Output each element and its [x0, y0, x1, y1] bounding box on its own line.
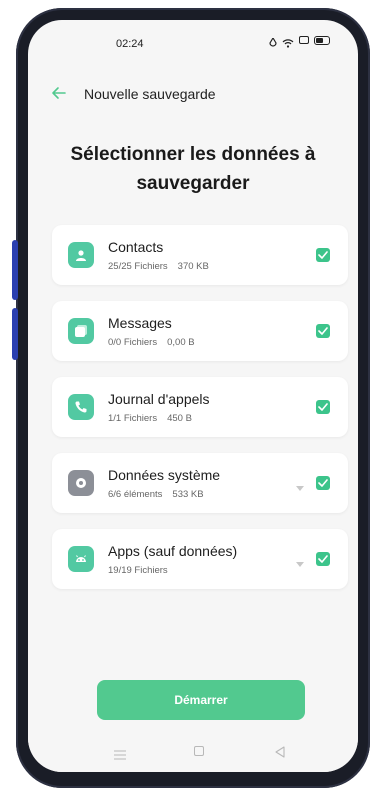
contacts-icon: [68, 242, 94, 268]
item-count: 25/25 Fichiers: [108, 261, 168, 272]
sim-icon: [299, 36, 309, 44]
chevron-down-icon[interactable]: [296, 555, 304, 567]
item-size: 533 KB: [172, 489, 204, 500]
item-size: 0,00 B: [167, 337, 195, 348]
back-triangle-icon[interactable]: [274, 745, 286, 758]
start-button[interactable]: Démarrer: [97, 680, 305, 720]
status-time: 02:24: [116, 38, 144, 50]
settings-icon: [68, 470, 94, 496]
drop-icon: [269, 35, 277, 47]
item-meta: 0/0 Fichiers 0,00 B: [108, 337, 195, 348]
item-meta: 1/1 Fichiers 450 B: [108, 413, 192, 424]
volume-button: [12, 240, 18, 300]
wifi-icon: [282, 35, 294, 48]
chevron-down-icon[interactable]: [296, 479, 304, 491]
checkbox[interactable]: [316, 552, 330, 566]
messages-icon: [68, 318, 94, 344]
item-name: Contacts: [108, 239, 164, 255]
app-bar: Nouvelle sauvegarde: [28, 82, 358, 106]
phone-icon: [68, 394, 94, 420]
back-arrow-icon[interactable]: [50, 84, 68, 102]
home-icon[interactable]: [194, 746, 204, 756]
battery-icon: [314, 35, 330, 45]
item-meta: 19/19 Fichiers: [108, 565, 168, 576]
status-icons: [269, 35, 330, 48]
checkbox[interactable]: [316, 476, 330, 490]
item-name: Journal d'appels: [108, 391, 210, 407]
item-count: 6/6 éléments: [108, 489, 163, 500]
navigation-bar: [28, 735, 358, 772]
list-item-contacts[interactable]: Contacts 25/25 Fichiers 370 KB: [52, 225, 348, 285]
power-button: [12, 308, 18, 360]
menu-icon[interactable]: [114, 747, 126, 760]
android-icon: [68, 546, 94, 572]
item-count: 19/19 Fichiers: [108, 565, 168, 576]
list-item-apps[interactable]: Apps (sauf données) 19/19 Fichiers: [52, 529, 348, 589]
item-name: Apps (sauf données): [108, 543, 238, 559]
item-size: 450 B: [167, 413, 192, 424]
list-item-call-log[interactable]: Journal d'appels 1/1 Fichiers 450 B: [52, 377, 348, 437]
item-meta: 25/25 Fichiers 370 KB: [108, 261, 209, 272]
item-name: Données système: [108, 467, 221, 483]
list-item-messages[interactable]: Messages 0/0 Fichiers 0,00 B: [52, 301, 348, 361]
checkbox[interactable]: [316, 400, 330, 414]
checkbox[interactable]: [316, 324, 330, 338]
status-bar: 02:24: [28, 20, 358, 60]
item-size: 370 KB: [177, 261, 209, 272]
page-title: Nouvelle sauvegarde: [84, 86, 216, 102]
checkbox[interactable]: [316, 248, 330, 262]
item-count: 0/0 Fichiers: [108, 337, 158, 348]
item-count: 1/1 Fichiers: [108, 413, 158, 424]
section-heading: Sélectionner les données à sauvegarder: [70, 144, 316, 194]
list-item-system-data[interactable]: Données système 6/6 éléments 533 KB: [52, 453, 348, 513]
screen: 02:24 Nouvelle sauvegarde Sélectionner l…: [28, 20, 358, 772]
item-meta: 6/6 éléments 533 KB: [108, 489, 204, 500]
item-name: Messages: [108, 315, 172, 331]
